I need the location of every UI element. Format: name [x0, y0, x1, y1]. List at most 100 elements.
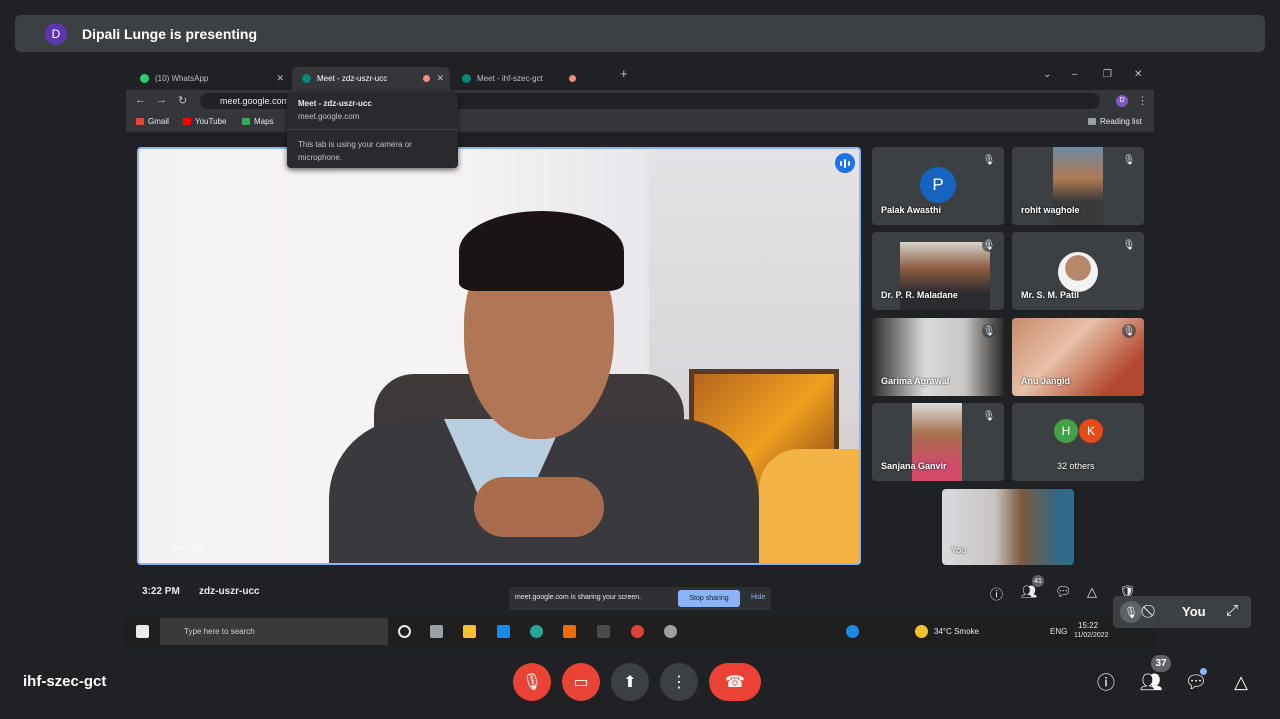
weather-icon	[915, 625, 928, 638]
recording-icon	[569, 75, 576, 82]
edge-icon[interactable]	[530, 625, 543, 638]
presenting-banner: D Dipali Lunge is presenting	[15, 15, 1265, 52]
self-view-minimized[interactable]: 🎙︎ ⃠ You ⤢	[1113, 596, 1251, 628]
self-view-label: You	[1182, 604, 1206, 619]
tab-meet-zdz[interactable]: Meet - zdz-uszr-ucc ✕	[292, 67, 450, 90]
others-tile[interactable]: H K 32 others	[1012, 403, 1144, 481]
participant-tile[interactable]: 🎙︎ Garima Agrawal	[872, 318, 1004, 396]
expand-icon[interactable]: ⤢	[1226, 602, 1238, 619]
phone-hangup-icon: ☎	[725, 674, 745, 691]
settings-icon[interactable]	[664, 625, 677, 638]
maps-icon	[242, 118, 250, 125]
bookmark-label: Maps	[254, 117, 274, 126]
mic-off-icon: 🎙︎	[1122, 324, 1136, 338]
mic-off-icon: 🎙︎	[982, 238, 996, 252]
meet-icon	[302, 74, 311, 83]
chat-icon[interactable]: 💬︎	[1055, 584, 1072, 600]
hide-button[interactable]: Hide	[751, 594, 765, 601]
help-icon[interactable]	[846, 625, 859, 638]
hover-card-title: Meet - zdz-uszr-ucc	[298, 99, 372, 108]
bookmark-label: YouTube	[195, 117, 227, 126]
task-view-icon[interactable]	[430, 625, 443, 638]
store-icon[interactable]	[563, 625, 576, 638]
meeting-time: 3:22 PM	[142, 586, 180, 597]
address-row: ← → ↻ meet.google.com D ⋮	[126, 90, 1154, 112]
self-tile[interactable]: You	[942, 489, 1074, 565]
shared-screen: (10) WhatsApp ✕ Meet - zdz-uszr-ucc ✕ Me…	[126, 63, 1154, 645]
presenter-avatar: D	[45, 22, 67, 45]
chat-unread-dot	[1200, 668, 1207, 675]
bookmark-gmail[interactable]: Gmail	[136, 117, 169, 126]
bookmarks-bar: Gmail YouTube Maps Reading list	[126, 112, 1154, 132]
camera-toggle-button[interactable]: ▭	[562, 663, 600, 701]
presenting-text: Dipali Lunge is presenting	[82, 25, 258, 42]
participant-avatar: H	[1054, 419, 1078, 443]
people-icon: 👥︎	[1139, 671, 1163, 692]
more-vert-icon[interactable]: ⋮	[1137, 94, 1148, 107]
info-button[interactable]: ⓘ	[1093, 669, 1119, 695]
close-icon[interactable]: ✕	[276, 73, 284, 84]
participant-tile[interactable]: 🎙︎ Mr. S. M. Patil	[1012, 232, 1144, 310]
leave-call-button[interactable]: ☎	[709, 663, 761, 701]
activities-button[interactable]: △	[1228, 669, 1254, 695]
meeting-code: ihf-szec-gct	[23, 673, 107, 690]
language-indicator[interactable]: ENG	[1050, 627, 1067, 636]
stop-sharing-button[interactable]: Stop sharing	[678, 590, 740, 607]
hover-card-note: This tab is using your camera or microph…	[298, 140, 412, 162]
close-icon[interactable]: ✕	[436, 73, 444, 84]
participant-tile[interactable]: 🎙︎ Dr. P. R. Maladane	[872, 232, 1004, 310]
mic-off-icon: 🎙︎	[982, 410, 996, 422]
chrome-icon[interactable]	[631, 625, 644, 638]
reading-list[interactable]: Reading list	[1088, 117, 1142, 126]
info-icon[interactable]: ⓘ	[990, 584, 1003, 603]
activities-icon[interactable]: △	[1087, 584, 1097, 600]
participant-name: You	[951, 545, 967, 555]
bookmark-label: Gmail	[148, 117, 169, 126]
new-tab-button[interactable]: +	[620, 66, 628, 81]
hover-card-url: meet.google.com	[298, 112, 360, 121]
forward-icon[interactable]: →	[156, 94, 167, 106]
back-icon[interactable]: ←	[135, 94, 146, 106]
participant-tile[interactable]: P 🎙︎ Palak Awasthi	[872, 147, 1004, 225]
profile-avatar[interactable]: D	[1116, 95, 1128, 107]
mic-off-icon[interactable]: 🎙︎	[1120, 601, 1142, 623]
reload-icon[interactable]: ↻	[178, 94, 187, 107]
tab-hover-card: Meet - zdz-uszr-ucc meet.google.com This…	[287, 92, 458, 168]
app-icon[interactable]	[597, 625, 610, 638]
windows-start-icon[interactable]	[136, 625, 149, 638]
participant-name: Garima Agrawal	[881, 376, 950, 386]
others-count: 32 others	[1057, 461, 1095, 471]
tab-meet-ihf[interactable]: Meet - ihf-szec-gct	[452, 67, 596, 90]
more-options-button[interactable]: ⋮	[660, 663, 698, 701]
mic-toggle-button[interactable]: 🎙︎	[513, 663, 551, 701]
present-button[interactable]: ⬆	[611, 663, 649, 701]
minimize-button[interactable]: –	[1072, 69, 1078, 80]
tab-whatsapp[interactable]: (10) WhatsApp ✕	[130, 67, 290, 90]
main-speaker-video: Amit Madhukar	[137, 147, 861, 565]
maximize-button[interactable]: ❐	[1103, 69, 1112, 80]
weather-text: 34°C Smoke	[934, 627, 979, 636]
mail-icon[interactable]	[497, 625, 510, 638]
participant-tile[interactable]: 🎙︎ Anu Jangid	[1012, 318, 1144, 396]
file-explorer-icon[interactable]	[463, 625, 476, 638]
bookmark-maps[interactable]: Maps	[242, 117, 274, 126]
taskbar-search[interactable]: Type here to search	[160, 618, 388, 645]
participant-tile[interactable]: 🎙︎ Sanjana Ganvir	[872, 403, 1004, 481]
more-vert-icon: ⋮	[671, 674, 687, 691]
main-speaker-name: Amit Madhukar	[169, 544, 223, 553]
people-count-badge: 37	[1151, 655, 1171, 672]
chevron-down-icon[interactable]: ⌄	[1043, 69, 1051, 80]
divider	[287, 129, 458, 130]
participant-tile[interactable]: 🎙︎ rohit waghole	[1012, 147, 1144, 225]
bookmark-youtube[interactable]: YouTube	[183, 117, 226, 126]
window-close-button[interactable]: ✕	[1134, 69, 1142, 80]
cortana-icon[interactable]	[398, 625, 411, 638]
inner-meeting-code: zdz-uszr-ucc	[199, 586, 260, 597]
participant-avatar: P	[920, 167, 956, 203]
people-button[interactable]: 👥︎	[1138, 669, 1164, 695]
tab-label: Meet - zdz-uszr-ucc	[317, 74, 388, 83]
reading-list-label: Reading list	[1100, 117, 1142, 126]
sharing-text: meet.google.com is sharing your screen.	[515, 594, 642, 601]
participant-name: Mr. S. M. Patil	[1021, 290, 1080, 300]
activities-icon: △	[1234, 671, 1248, 692]
